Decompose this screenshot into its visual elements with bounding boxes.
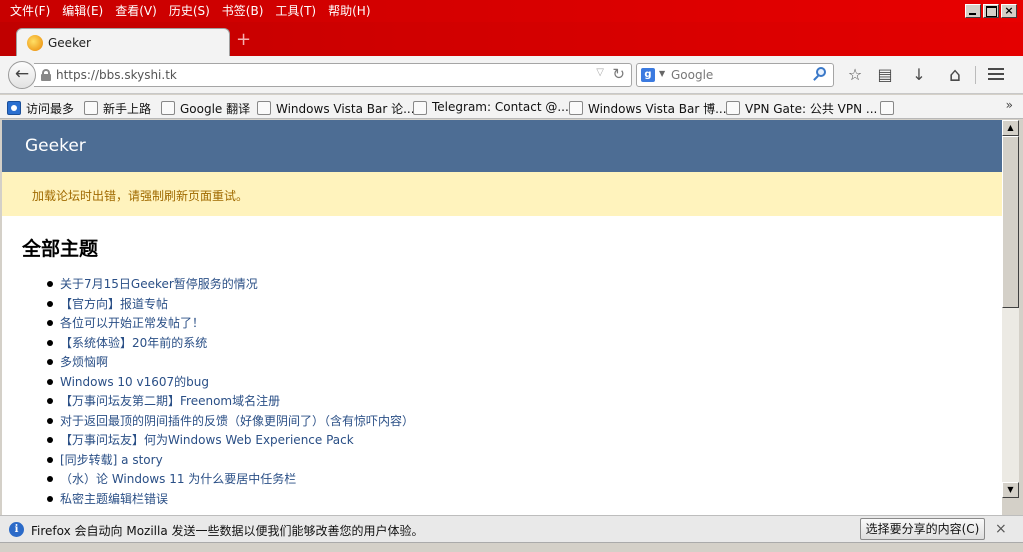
bookmark-untitled[interactable] (880, 100, 899, 116)
info-icon: i (9, 522, 24, 537)
close-notification-button[interactable]: × (995, 521, 1007, 537)
page-icon (84, 101, 98, 115)
topic-link[interactable]: 对于返回最顶的阴间插件的反馈（好像更阴间了）（含有惊吓内容） (60, 412, 414, 429)
menu-edit[interactable]: 编辑(E) (56, 3, 109, 19)
search-input[interactable]: Google (671, 68, 713, 82)
topic-link[interactable]: 【万事问坛友第二期】Freenom域名注册 (60, 392, 280, 409)
topic-link[interactable]: 【万事问坛友】何为Windows Web Experience Pack (60, 431, 354, 448)
url-history-dropdown-icon[interactable]: ▽ (596, 67, 604, 78)
topic-link[interactable]: （水）论 Windows 11 为什么要居中任务栏 (60, 470, 296, 487)
window-controls: × (965, 4, 1017, 18)
bookmark-label: Google 翻译 (180, 102, 251, 116)
bookmark-vista-bar-forum[interactable]: Windows Vista Bar 论... (257, 100, 415, 116)
menu-help[interactable]: 帮助(H) (322, 3, 376, 19)
bookmarks-bar: 访问最多 新手上路 Google 翻译 Windows Vista Bar 论.… (0, 95, 1023, 119)
topic-link[interactable]: Windows 10 v1607的bug (60, 373, 209, 390)
page-icon (880, 101, 894, 115)
search-icon[interactable] (813, 67, 827, 81)
topic-link[interactable]: 多烦恼啊 (60, 353, 108, 370)
bookmark-label: VPN Gate: 公共 VPN ... (745, 102, 878, 116)
search-bar[interactable]: g ▼ Google (636, 63, 834, 87)
bookmark-google-translate[interactable]: Google 翻译 (161, 100, 250, 116)
bookmark-label: Telegram: Contact @... (432, 100, 569, 114)
download-icon[interactable]: ↓ (908, 64, 930, 86)
navigation-bar: https://bbs.skyshi.tk ▽ ↻ ← g ▼ Google ☆… (0, 56, 1023, 94)
scroll-up-button[interactable]: ▲ (1002, 120, 1019, 136)
status-bar (0, 542, 1023, 552)
google-engine-icon[interactable]: g (641, 68, 655, 82)
choose-share-button[interactable]: 选择要分享的内容(C) (860, 518, 985, 540)
topic-link[interactable]: 【官方向】报道专帖 (60, 295, 168, 312)
reading-list-icon[interactable]: ▤ (874, 64, 896, 86)
topic-link[interactable]: 各位可以开始正常发帖了！ (60, 314, 204, 331)
bookmark-label: 新手上路 (103, 102, 152, 116)
menu-items: 文件(F) 编辑(E) 查看(V) 历史(S) 书签(B) 工具(T) 帮助(H… (4, 3, 377, 19)
menu-history[interactable]: 历史(S) (163, 3, 216, 19)
bookmark-telegram[interactable]: Telegram: Contact @... (413, 100, 569, 116)
menu-bookmarks[interactable]: 书签(B) (216, 3, 270, 19)
bookmark-vpn-gate[interactable]: VPN Gate: 公共 VPN ... (726, 100, 877, 116)
alert-message: 加载论坛时出错，请强制刷新页面重试。 (32, 189, 249, 203)
notification-bar: i Firefox 会自动向 Mozilla 发送一些数据以便我们能够改善您的用… (0, 515, 1023, 542)
bookmark-label: Windows Vista Bar 博... (588, 102, 727, 116)
star-icon[interactable]: ☆ (844, 64, 866, 86)
page-content: Geeker 加载论坛时出错，请强制刷新页面重试。 全部主题 关于7月15日Ge… (2, 120, 1002, 515)
page-icon (413, 101, 427, 115)
most-visited-icon (7, 101, 21, 115)
home-icon[interactable]: ⌂ (944, 64, 966, 86)
bookmark-label: Windows Vista Bar 论... (276, 102, 415, 116)
engine-dropdown-icon[interactable]: ▼ (659, 69, 665, 78)
error-alert: 加载论坛时出错，请强制刷新页面重试。 (2, 172, 1002, 216)
topic-link[interactable]: 私密主题编辑栏错误 (60, 490, 168, 507)
menu-icon[interactable] (988, 68, 1004, 82)
topic-link[interactable]: 【系统体验】20年前的系统 (60, 334, 207, 351)
close-window-button[interactable]: × (1001, 4, 1017, 18)
page-icon (726, 101, 740, 115)
menu-view[interactable]: 查看(V) (109, 3, 163, 19)
bookmark-most-visited[interactable]: 访问最多 (7, 100, 74, 116)
tab-title: Geeker (48, 36, 91, 50)
scroll-thumb[interactable] (1002, 136, 1019, 308)
reload-icon[interactable]: ↻ (612, 65, 625, 83)
new-tab-button[interactable]: + (236, 31, 251, 49)
lock-icon (41, 69, 51, 81)
page-icon (569, 101, 583, 115)
url-bar[interactable]: https://bbs.skyshi.tk ▽ ↻ (34, 63, 632, 87)
menu-tools[interactable]: 工具(T) (269, 3, 322, 19)
tab-strip: Geeker + (0, 22, 1023, 56)
tab-geeker[interactable]: Geeker (16, 28, 230, 56)
page-icon (161, 101, 175, 115)
back-button[interactable]: ← (8, 61, 36, 89)
vertical-scrollbar[interactable]: ▲ ▼ (1002, 120, 1019, 498)
forum-title[interactable]: Geeker (25, 136, 86, 156)
bookmarks-overflow-button[interactable]: » (1006, 98, 1013, 112)
minimize-button[interactable] (965, 4, 981, 18)
page-title: 全部主题 (22, 238, 99, 260)
scroll-down-button[interactable]: ▼ (1002, 482, 1019, 498)
maximize-button[interactable] (983, 4, 999, 18)
forum-header: Geeker (2, 120, 1002, 172)
toolbar-separator (975, 66, 976, 84)
topic-link[interactable]: [同步转载] a story (60, 451, 163, 468)
window-border (1019, 120, 1023, 515)
url-text[interactable]: https://bbs.skyshi.tk (56, 68, 177, 82)
notification-text: Firefox 会自动向 Mozilla 发送一些数据以便我们能够改善您的用户体… (31, 524, 424, 538)
page-icon (257, 101, 271, 115)
menu-bar: 文件(F) 编辑(E) 查看(V) 历史(S) 书签(B) 工具(T) 帮助(H… (0, 0, 1023, 22)
bookmark-getting-started[interactable]: 新手上路 (84, 100, 151, 116)
favicon-icon (27, 35, 43, 51)
bookmark-label: 访问最多 (26, 102, 75, 116)
topic-link[interactable]: 关于7月15日Geeker暂停服务的情况 (60, 275, 258, 292)
menu-file[interactable]: 文件(F) (4, 3, 56, 19)
bookmark-vista-bar-blog[interactable]: Windows Vista Bar 博... (569, 100, 727, 116)
